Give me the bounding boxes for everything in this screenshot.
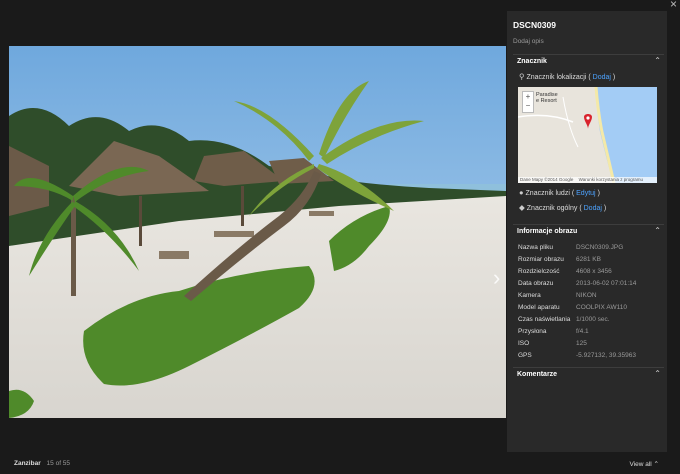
info-value: 1/1000 sec. xyxy=(576,316,610,323)
info-row: ISO 125 xyxy=(518,340,587,347)
info-row: GPS -5.927132, 39.35963 xyxy=(518,352,636,359)
photo-viewer[interactable]: › xyxy=(9,46,506,418)
tags-section-header[interactable]: Znacznik ⌃ xyxy=(513,54,664,69)
location-map[interactable]: + − Paradise e Resort Dane Mapy ©2014 Go… xyxy=(518,87,657,183)
info-row: Model aparatu COOLPIX AW110 xyxy=(518,304,627,311)
chevron-up-icon[interactable]: ⌃ xyxy=(654,56,661,65)
comments-section-title: Komentarze xyxy=(517,371,558,378)
beach-photo xyxy=(9,46,506,418)
info-row: Nazwa pliku DSCN0309.JPG xyxy=(518,244,623,251)
info-value: DSCN0309.JPG xyxy=(576,244,624,251)
album-footer: Zanzibar 15 of 55 xyxy=(14,460,70,467)
map-place-line: e Resort xyxy=(536,98,557,104)
paren: ) xyxy=(597,190,600,197)
info-key: ISO xyxy=(518,340,530,347)
paren: ( xyxy=(579,205,582,212)
tags-section-title: Znacznik xyxy=(517,58,547,65)
info-key: Model aparatu xyxy=(518,304,560,311)
info-value: -5.927132, 39.35963 xyxy=(576,352,636,359)
map-zoom-control[interactable]: + − xyxy=(522,91,534,113)
details-panel: DSCN0309 Dodaj opis Znacznik ⌃ ⚲ Znacznik… xyxy=(507,11,667,452)
info-value: NIKON xyxy=(576,292,597,299)
people-tag-row: ● Znacznik ludzi ( Edytuj ) xyxy=(519,188,600,197)
info-key: Kamera xyxy=(518,292,541,299)
map-attribution: Dane Mapy ©2014 Google Warunki korzystan… xyxy=(518,177,657,183)
info-value: f/4.1 xyxy=(576,328,589,335)
add-general-tag-link[interactable]: Dodaj xyxy=(584,205,602,212)
view-all-button[interactable]: View all ⌃ xyxy=(629,460,659,468)
info-key: Rozmiar obrazu xyxy=(518,256,564,263)
album-name[interactable]: Zanzibar xyxy=(14,460,41,467)
paren: ) xyxy=(612,74,616,81)
info-row: Rozmiar obrazu 6281 KB xyxy=(518,256,601,263)
chevron-up-icon[interactable]: ⌃ xyxy=(654,226,661,235)
paren: ( xyxy=(588,74,591,81)
info-key: Nazwa pliku xyxy=(518,244,554,251)
info-value: 4608 x 3456 xyxy=(576,268,612,275)
paren: ( xyxy=(571,190,575,197)
info-section-title: Informacje obrazu xyxy=(517,228,578,235)
info-key: Rozdzielczość xyxy=(518,268,560,275)
info-value: 2013-06-02 07:01:14 xyxy=(576,280,637,287)
edit-people-link[interactable]: Edytuj xyxy=(576,190,595,197)
add-location-link[interactable]: Dodaj xyxy=(593,74,611,81)
add-description-field[interactable]: Dodaj opis xyxy=(513,38,544,45)
map-copyright: Dane Mapy ©2014 Google xyxy=(520,177,574,182)
info-key: Data obrazu xyxy=(518,280,554,287)
location-tag-row: ⚲ Znacznik lokalizacji ( Dodaj ) xyxy=(519,72,615,81)
info-row: Czas naświetlania 1/1000 sec. xyxy=(518,316,610,323)
photo-counter: 15 of 55 xyxy=(46,460,71,467)
info-row: Data obrazu 2013-06-02 07:01:14 xyxy=(518,280,636,287)
info-key: Przysłona xyxy=(518,328,547,335)
next-photo-button[interactable]: › xyxy=(493,265,500,291)
info-key: GPS xyxy=(518,352,532,359)
general-tag-label: Znacznik ogólny xyxy=(526,205,578,212)
zoom-out-button[interactable]: − xyxy=(523,101,533,110)
comments-section-header[interactable]: Komentarze ⌃ xyxy=(513,367,664,382)
info-section-header[interactable]: Informacje obrazu ⌃ xyxy=(513,224,664,239)
info-row: Przysłona f/4.1 xyxy=(518,328,589,335)
location-pin-icon: ⚲ xyxy=(519,72,525,81)
person-icon: ● xyxy=(519,188,524,197)
view-all-label: View all xyxy=(629,461,652,468)
chevron-up-icon[interactable]: ⌃ xyxy=(654,369,661,378)
paren: ) xyxy=(603,205,607,212)
info-key: Czas naświetlania xyxy=(518,316,571,323)
info-value: COOLPIX AW110 xyxy=(576,304,627,311)
photo-title: DSCN0309 xyxy=(513,20,556,30)
close-icon[interactable]: × xyxy=(670,0,677,10)
info-value: 125 xyxy=(576,340,587,347)
info-row: Rozdzielczość 4608 x 3456 xyxy=(518,268,612,275)
info-value: 6281 KB xyxy=(576,256,601,263)
zoom-in-button[interactable]: + xyxy=(523,92,533,101)
tag-icon: ◆ xyxy=(519,203,525,212)
chevron-up-icon: ⌃ xyxy=(653,461,659,468)
general-tag-row: ◆ Znacznik ogólny ( Dodaj ) xyxy=(519,203,606,212)
info-row: Kamera NIKON xyxy=(518,292,597,299)
people-tag-label: Znacznik ludzi xyxy=(525,190,570,197)
location-tag-label: Znacznik lokalizacji xyxy=(526,74,587,81)
map-terms-link[interactable]: Warunki korzystania z programu xyxy=(579,177,643,182)
map-place-label: Paradise e Resort xyxy=(536,92,558,104)
